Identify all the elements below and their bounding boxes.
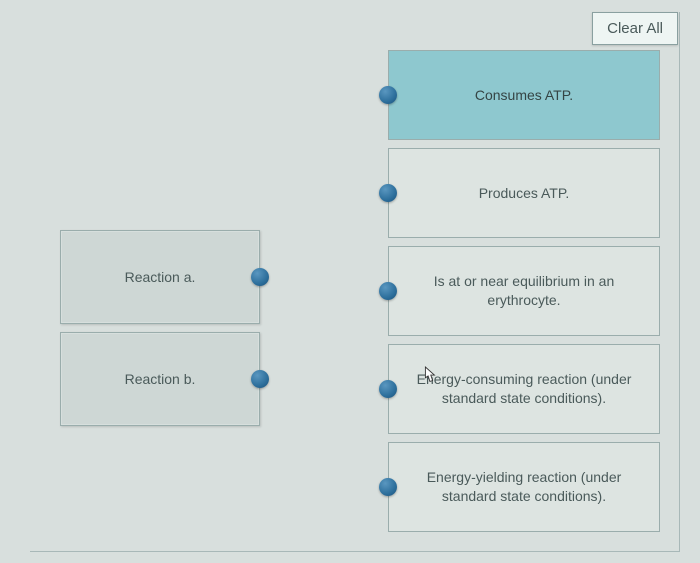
target-label: Is at or near equilibrium in an erythroc… <box>403 272 645 310</box>
connector-dot[interactable] <box>251 268 269 286</box>
target-label: Energy-yielding reaction (under standard… <box>403 468 645 506</box>
right-column: Consumes ATP. Produces ATP. Is at or nea… <box>388 50 660 540</box>
connector-dot[interactable] <box>379 184 397 202</box>
target-energy-consuming[interactable]: Energy-consuming reaction (under standar… <box>388 344 660 434</box>
target-consumes-atp[interactable]: Consumes ATP. <box>388 50 660 140</box>
target-label: Energy-consuming reaction (under standar… <box>403 370 645 408</box>
left-column: Reaction a. Reaction b. <box>60 230 260 434</box>
connector-dot[interactable] <box>379 478 397 496</box>
connector-dot[interactable] <box>251 370 269 388</box>
target-label: Consumes ATP. <box>475 86 573 105</box>
source-reaction-b[interactable]: Reaction b. <box>60 332 260 426</box>
source-label: Reaction a. <box>125 268 196 287</box>
target-energy-yielding[interactable]: Energy-yielding reaction (under standard… <box>388 442 660 532</box>
target-equilibrium[interactable]: Is at or near equilibrium in an erythroc… <box>388 246 660 336</box>
clear-all-button[interactable]: Clear All <box>592 12 678 45</box>
target-label: Produces ATP. <box>479 184 570 203</box>
source-reaction-a[interactable]: Reaction a. <box>60 230 260 324</box>
target-produces-atp[interactable]: Produces ATP. <box>388 148 660 238</box>
connector-dot[interactable] <box>379 380 397 398</box>
connector-dot[interactable] <box>379 86 397 104</box>
connector-dot[interactable] <box>379 282 397 300</box>
source-label: Reaction b. <box>125 370 196 389</box>
